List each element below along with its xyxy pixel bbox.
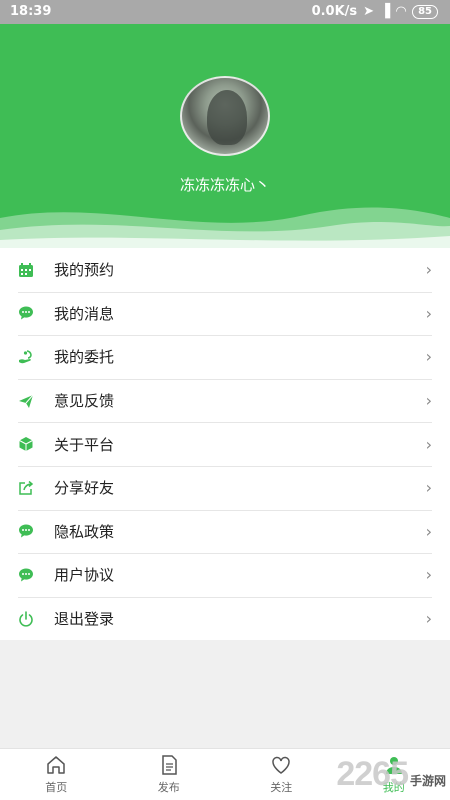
menu-item-feedback[interactable]: 意见反馈 › [0, 378, 450, 423]
signal-icon: ▐ [380, 4, 391, 19]
wifi-icon: ◠ [396, 4, 407, 19]
status-right: 0.0K/s ➤ ▐ ◠ 85 [312, 4, 438, 19]
menu-item-share[interactable]: 分享好友 › [0, 465, 450, 510]
paper-plane-icon [18, 393, 34, 409]
menu-item-label: 我的消息 [54, 304, 115, 323]
menu-item-label: 我的委托 [54, 348, 115, 367]
menu-item-about[interactable]: 关于平台 › [0, 422, 450, 466]
menu-item-logout[interactable]: 退出登录 › [0, 596, 450, 641]
chevron-right-icon: › [425, 609, 432, 629]
watermark-text: 手游网 [409, 774, 446, 788]
status-time: 18:39 [10, 4, 52, 19]
avatar[interactable] [180, 76, 270, 156]
menu-item-label: 分享好友 [54, 479, 115, 498]
share-icon [18, 480, 34, 496]
hand-icon [18, 349, 34, 365]
calendar-icon [18, 262, 34, 278]
menu-item-label: 退出登录 [54, 610, 115, 629]
chat-bubble-icon [18, 567, 34, 583]
menu-item-entrust[interactable]: 我的委托 › [0, 335, 450, 379]
location-icon: ➤ [363, 4, 375, 19]
chevron-right-icon: › [425, 565, 432, 585]
username: 冻冻冻冻心丶 [179, 176, 270, 194]
menu-list: 我的预约 › 我的消息 › 我的委托 › 意见反馈 › 关于平台 › 分享好友 … [0, 248, 450, 641]
network-speed: 0.0K/s [311, 4, 358, 19]
home-icon [47, 756, 65, 774]
heart-icon [272, 756, 290, 774]
chevron-right-icon: › [425, 347, 432, 367]
chevron-right-icon: › [425, 521, 432, 541]
chat-bubble-icon [18, 305, 34, 321]
menu-item-appointments[interactable]: 我的预约 › [0, 248, 450, 292]
chevron-right-icon: › [425, 303, 432, 323]
tab-follow[interactable]: 关注 [225, 749, 338, 800]
tab-label: 关注 [270, 781, 293, 794]
menu-item-label: 隐私政策 [54, 522, 115, 541]
power-icon [18, 610, 34, 627]
tab-label: 发布 [157, 781, 180, 794]
menu-item-user-agreement[interactable]: 用户协议 › [0, 553, 450, 597]
menu-item-label: 关于平台 [54, 435, 115, 454]
chevron-right-icon: › [425, 478, 432, 498]
header-wave [0, 207, 450, 248]
document-icon [162, 755, 177, 775]
menu-item-messages[interactable]: 我的消息 › [0, 291, 450, 336]
status-bar: 18:39 0.0K/s ➤ ▐ ◠ 85 [0, 0, 450, 24]
menu-item-label: 用户协议 [54, 566, 115, 585]
cube-icon [18, 436, 34, 452]
menu-item-label: 我的预约 [54, 261, 115, 280]
chevron-right-icon: › [425, 434, 432, 454]
tab-home[interactable]: 首页 [0, 749, 113, 800]
tab-publish[interactable]: 发布 [113, 749, 226, 800]
battery-indicator: 85 [412, 4, 438, 19]
watermark-logo: 2265 手游网 [336, 755, 446, 794]
menu-item-privacy-policy[interactable]: 隐私政策 › [0, 509, 450, 554]
menu-item-label: 意见反馈 [54, 392, 115, 411]
profile-header: 冻冻冻冻心丶 [0, 24, 450, 248]
watermark-number: 2265 [336, 755, 409, 793]
tab-label: 首页 [45, 781, 68, 794]
chevron-right-icon: › [425, 391, 432, 411]
chevron-right-icon: › [425, 260, 432, 280]
chat-bubble-icon [18, 523, 34, 539]
